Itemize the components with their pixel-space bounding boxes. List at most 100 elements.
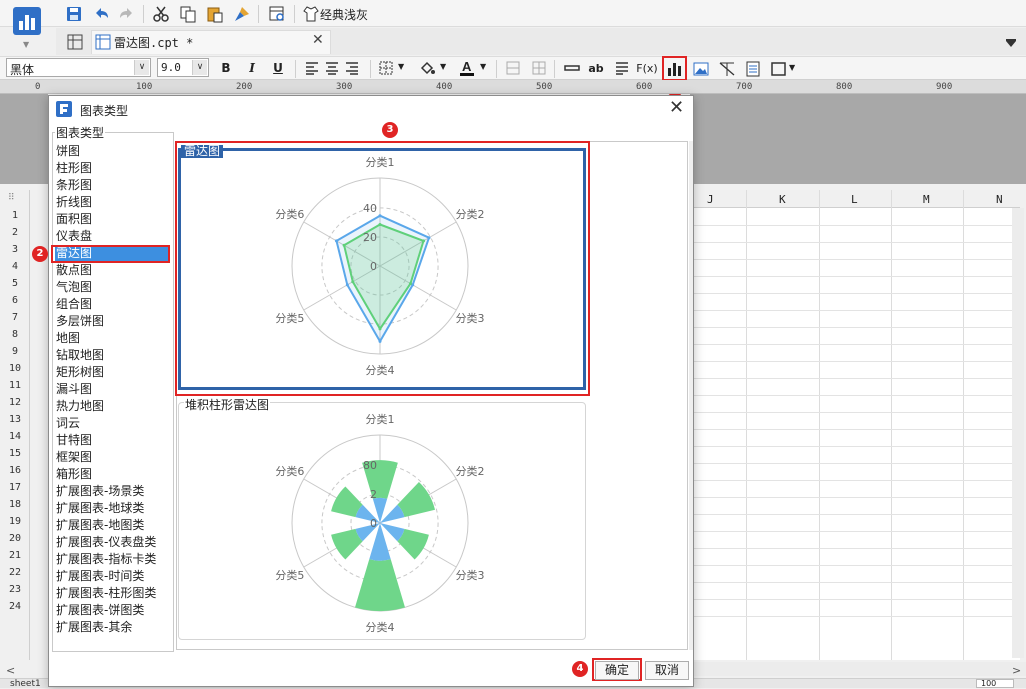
row-number[interactable]: 13 (0, 414, 30, 425)
chart-type-item[interactable]: 扩展图表-地球类 (55, 500, 168, 517)
row-number[interactable]: 3 (0, 244, 30, 255)
save-icon[interactable] (63, 3, 85, 25)
row-number[interactable]: 6 (0, 295, 30, 306)
vertical-scrollbar[interactable] (689, 141, 693, 650)
row-number[interactable]: 16 (0, 465, 30, 476)
format-painter-icon[interactable] (231, 3, 253, 25)
chart-type-item[interactable]: 气泡图 (55, 279, 168, 296)
row-number[interactable]: 20 (0, 533, 30, 544)
row-number[interactable]: 19 (0, 516, 30, 527)
chart-type-item[interactable]: 扩展图表-其余 (55, 619, 168, 636)
insert-image-icon[interactable] (690, 58, 712, 80)
theme-label[interactable]: 经典浅灰 (320, 6, 368, 23)
chevron-down-icon[interactable]: ▼ (480, 62, 486, 71)
chart-type-item[interactable]: 扩展图表-场景类 (55, 483, 168, 500)
chart-type-item[interactable]: 甘特图 (55, 432, 168, 449)
row-number[interactable]: 15 (0, 448, 30, 459)
chart-type-item[interactable]: 组合图 (55, 296, 168, 313)
column-letter[interactable]: M (923, 193, 930, 206)
column-letter[interactable]: K (779, 193, 786, 206)
row-number[interactable]: 7 (0, 312, 30, 323)
select-all-icon[interactable]: ⠿ (8, 193, 15, 203)
row-number[interactable]: 24 (0, 601, 30, 612)
sheet-grid[interactable] (690, 190, 1020, 660)
formula-button[interactable]: F(x) (636, 59, 658, 77)
close-icon[interactable]: ✕ (312, 32, 324, 48)
panel-toggle-icon[interactable] (1000, 32, 1022, 54)
chart-type-item[interactable]: 扩展图表-饼图类 (55, 602, 168, 619)
row-number[interactable]: 2 (0, 227, 30, 238)
insert-slash-icon[interactable] (716, 58, 738, 80)
close-icon[interactable]: ✕ (669, 99, 684, 117)
chevron-down-icon[interactable]: ∨ (192, 60, 207, 75)
theme-icon[interactable] (300, 3, 322, 25)
app-logo-icon[interactable] (11, 5, 43, 39)
redo-icon[interactable] (116, 3, 138, 25)
chevron-down-icon[interactable]: ▼ (789, 63, 795, 72)
chart-type-item[interactable]: 扩展图表-时间类 (55, 568, 168, 585)
align-right-icon[interactable] (341, 57, 363, 79)
chart-type-item[interactable]: 条形图 (55, 177, 168, 194)
chart-type-item[interactable]: 箱形图 (55, 466, 168, 483)
chart-type-item[interactable]: 折线图 (55, 194, 168, 211)
row-number[interactable]: 1 (0, 210, 30, 221)
insert-border-icon[interactable] (768, 58, 790, 80)
underline-button[interactable]: U (271, 59, 285, 77)
chart-type-item[interactable]: 散点图 (55, 262, 168, 279)
chart-type-item[interactable]: 多层饼图 (55, 313, 168, 330)
textbox-icon[interactable] (561, 57, 583, 79)
row-number[interactable]: 8 (0, 329, 30, 340)
row-number[interactable]: 21 (0, 550, 30, 561)
row-number[interactable]: 14 (0, 431, 30, 442)
chart-type-item[interactable]: 扩展图表-仪表盘类 (55, 534, 168, 551)
cancel-button[interactable]: 取消 (645, 661, 689, 680)
row-number[interactable]: 23 (0, 584, 30, 595)
chart-type-item[interactable]: 框架图 (55, 449, 168, 466)
fill-color-icon[interactable] (416, 57, 438, 79)
row-number[interactable]: 22 (0, 567, 30, 578)
ok-button[interactable]: 确定 (595, 661, 639, 680)
chart-type-item[interactable]: 钻取地图 (55, 347, 168, 364)
chart-type-item[interactable]: 饼图 (55, 143, 168, 160)
align-center-icon[interactable] (321, 57, 343, 79)
template-icon[interactable] (266, 3, 288, 25)
chevron-down-icon[interactable]: ▼ (398, 62, 404, 71)
insert-subreport-icon[interactable] (742, 58, 764, 80)
row-number[interactable]: 10 (0, 363, 30, 374)
chart-type-item[interactable]: 矩形树图 (55, 364, 168, 381)
italic-button[interactable]: I (245, 59, 259, 77)
chart-type-item[interactable]: 地图 (55, 330, 168, 347)
bold-button[interactable]: B (219, 59, 233, 77)
chart-type-item[interactable]: 漏斗图 (55, 381, 168, 398)
column-letter[interactable]: N (996, 193, 1003, 206)
chevron-down-icon[interactable]: ∨ (134, 60, 149, 75)
chevron-down-icon[interactable]: ▼ (23, 40, 29, 49)
row-number[interactable]: 17 (0, 482, 30, 493)
column-letter[interactable]: L (851, 193, 858, 206)
chart-type-item[interactable]: 热力地图 (55, 398, 168, 415)
column-letter[interactable]: J (707, 193, 714, 206)
border-icon[interactable] (375, 57, 397, 79)
undo-icon[interactable] (90, 3, 112, 25)
chart-type-item[interactable]: 面积图 (55, 211, 168, 228)
row-number[interactable]: 4 (0, 261, 30, 272)
chart-type-item[interactable]: 扩展图表-指标卡类 (55, 551, 168, 568)
paragraph-icon[interactable] (611, 57, 633, 79)
chart-type-item[interactable]: 词云 (55, 415, 168, 432)
cut-icon[interactable] (150, 3, 172, 25)
font-color-icon[interactable]: A (456, 57, 478, 79)
grid-layout-icon[interactable] (64, 31, 86, 53)
chart-type-item[interactable]: 扩展图表-地图类 (55, 517, 168, 534)
scroll-left-icon[interactable]: < (6, 664, 15, 677)
chart-type-item[interactable]: 柱形图 (55, 160, 168, 177)
horizontal-scrollbar[interactable] (690, 662, 1026, 676)
align-left-icon[interactable] (301, 57, 323, 79)
row-number[interactable]: 12 (0, 397, 30, 408)
chart-card-stacked-radar[interactable]: 分类1 分类2 分类3 分类4 分类5 分类6 0 2 80 (178, 402, 586, 640)
paste-icon[interactable] (204, 3, 226, 25)
row-number[interactable]: 5 (0, 278, 30, 289)
merge-cells-icon[interactable] (502, 57, 524, 79)
chevron-down-icon[interactable]: ▼ (440, 62, 446, 71)
chart-type-item[interactable]: 扩展图表-柱形图类 (55, 585, 168, 602)
vertical-scrollbar[interactable] (1012, 208, 1024, 658)
